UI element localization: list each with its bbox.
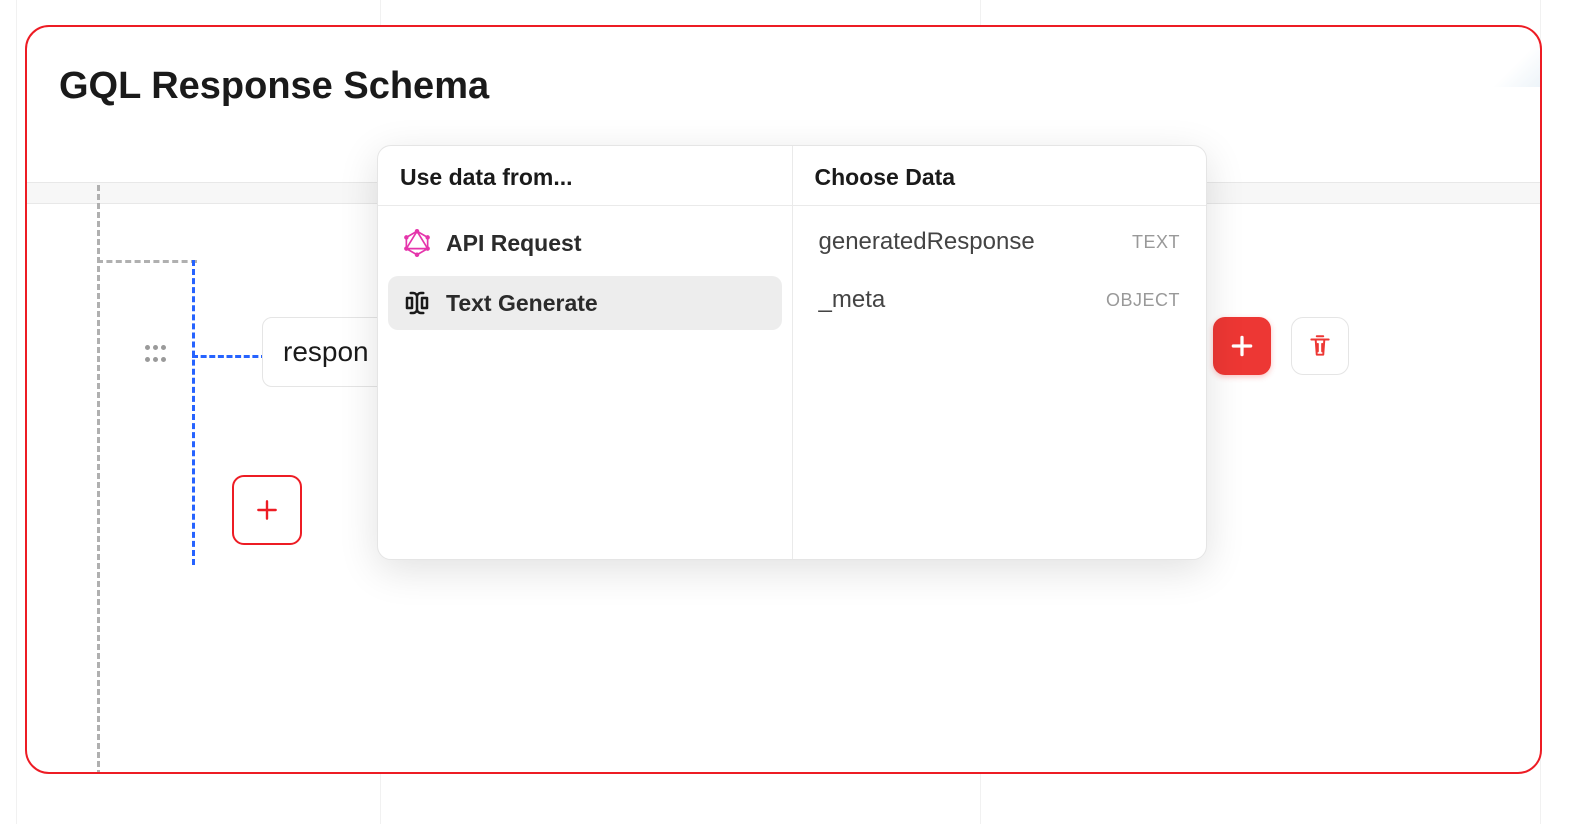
data-option-meta[interactable]: _meta OBJECT [803,274,1197,326]
field-actions [1213,317,1349,375]
source-item-label: Text Generate [446,290,598,317]
data-column: Choose Data generatedResponse TEXT _meta… [793,146,1207,559]
add-child-button[interactable] [232,475,302,545]
delete-field-button[interactable] [1291,317,1349,375]
add-field-button[interactable] [1213,317,1271,375]
text-cursor-icon [402,288,432,318]
plus-icon [1229,333,1255,359]
graphql-icon [402,228,432,258]
tree-connector [97,185,100,774]
data-option-type: TEXT [1132,232,1180,253]
grid-line [16,0,17,824]
data-list: generatedResponse TEXT _meta OBJECT [793,206,1207,336]
data-column-header: Choose Data [793,146,1207,206]
source-column-header: Use data from... [378,146,792,206]
source-column: Use data from... [378,146,793,559]
data-option-generatedResponse[interactable]: generatedResponse TEXT [803,216,1197,268]
data-source-popup: Use data from... [377,145,1207,560]
schema-tree: respon [87,185,387,635]
field-name-text: respon [283,336,369,368]
tree-connector [192,260,195,565]
tree-connector [192,355,267,358]
data-option-name: _meta [819,286,886,314]
source-item-api-request[interactable]: API Request [388,216,782,270]
tree-connector [97,260,197,263]
source-item-text-generate[interactable]: Text Generate [388,276,782,330]
data-option-name: generatedResponse [819,228,1035,256]
panel-title: GQL Response Schema [27,27,1540,108]
drag-handle-icon[interactable] [145,345,165,365]
source-list: API Request Text Generate [378,206,792,340]
trash-icon [1307,333,1333,359]
schema-panel: GQL Response Schema respon [25,25,1542,774]
plus-icon [254,497,280,523]
data-option-type: OBJECT [1106,290,1180,311]
source-item-label: API Request [446,230,581,257]
